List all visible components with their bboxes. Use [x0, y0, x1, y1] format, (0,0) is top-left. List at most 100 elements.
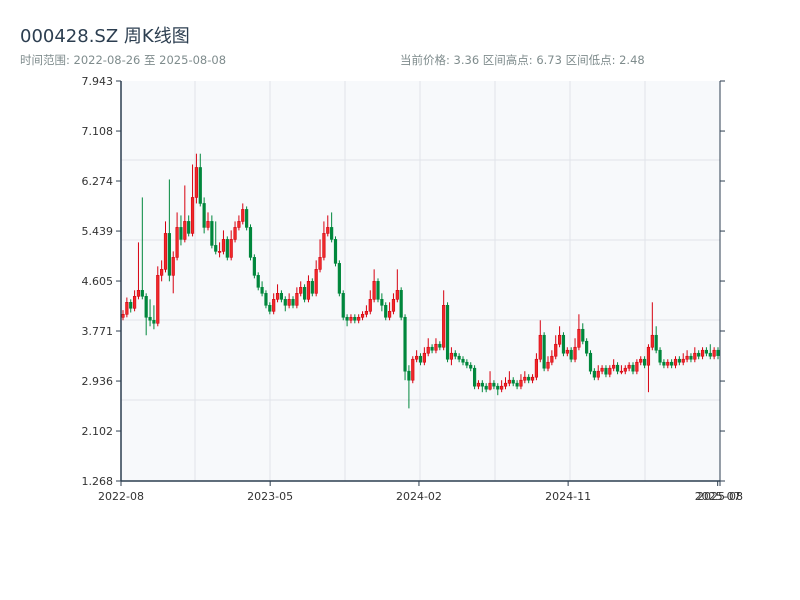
y-tick-label: 7.943: [82, 75, 114, 88]
candle-down: [202, 203, 206, 228]
candle-down: [654, 334, 658, 351]
candle-down: [704, 349, 709, 354]
candle-up: [299, 287, 303, 294]
candle-up: [272, 299, 276, 312]
candle-down: [187, 221, 191, 234]
candle-up: [229, 239, 233, 258]
candle-up: [700, 349, 705, 357]
candle-down: [585, 340, 589, 354]
candle-up: [163, 233, 168, 270]
candle-up: [488, 382, 492, 390]
candle-up: [554, 343, 558, 357]
candle-up: [160, 269, 164, 276]
x-tick-label: 2024-02: [396, 490, 442, 503]
candle-down: [198, 167, 202, 204]
candle-up: [368, 299, 372, 312]
candle-up: [666, 361, 670, 366]
candle-down: [588, 352, 593, 372]
candle-up: [519, 379, 523, 387]
candle-up: [534, 358, 539, 378]
candle-up: [442, 304, 446, 348]
candle-down: [210, 221, 214, 246]
candle-up: [349, 316, 353, 321]
candle-up: [194, 167, 199, 198]
candle-up: [287, 299, 291, 306]
candle-down: [252, 257, 256, 276]
candle-up: [685, 355, 689, 360]
candle-up: [395, 290, 399, 300]
candle-down: [353, 316, 357, 321]
candle-up: [619, 370, 624, 373]
candle-up: [650, 334, 654, 348]
candle-up: [530, 376, 535, 381]
y-tick-label: 2.102: [82, 425, 114, 438]
candle-down: [225, 239, 229, 258]
candle-down: [337, 263, 341, 294]
candle-down: [469, 364, 473, 369]
candle-up: [681, 358, 685, 363]
candle-up: [500, 385, 504, 390]
candle-up: [503, 382, 508, 387]
candle-up: [426, 346, 430, 354]
candle-down: [662, 361, 666, 366]
candle-down: [376, 281, 380, 300]
candle-down: [670, 361, 674, 366]
candle-up: [411, 358, 415, 381]
candle-up: [387, 310, 392, 318]
candle-up: [306, 281, 311, 300]
candle-down: [380, 299, 384, 306]
candle-up: [538, 334, 542, 360]
candle-down: [457, 355, 461, 360]
candle-up: [217, 251, 222, 253]
candle-down: [345, 316, 349, 321]
x-tick-label: 2022-08: [98, 490, 144, 503]
candle-down: [283, 299, 287, 306]
candle-up: [318, 257, 322, 270]
candle-down: [302, 287, 307, 300]
candle-down: [418, 355, 423, 363]
candle-down: [268, 304, 272, 312]
candle-down: [430, 346, 434, 351]
candle-up: [125, 302, 129, 315]
candle-down: [245, 209, 249, 228]
candle-down: [179, 227, 183, 240]
candle-up: [476, 382, 481, 387]
candle-up: [183, 221, 187, 240]
candle-down: [144, 296, 148, 318]
candle-up: [326, 227, 330, 234]
candle-down: [592, 370, 596, 378]
candle-up: [156, 275, 160, 324]
candle-up: [623, 367, 627, 372]
candle-down: [341, 293, 345, 318]
candle-up: [449, 352, 454, 360]
candle-down: [291, 299, 295, 306]
candle-down: [496, 385, 500, 390]
candle-down: [569, 349, 573, 360]
candle-up: [577, 328, 581, 348]
candle-up: [295, 293, 299, 306]
candle-down: [333, 239, 338, 264]
candle-up: [673, 358, 678, 366]
y-tick-label: 7.108: [82, 125, 114, 138]
candle-up: [565, 349, 569, 354]
candle-down: [214, 245, 218, 252]
candle-up: [322, 233, 326, 258]
candle-up: [136, 290, 141, 297]
candle-down: [492, 382, 496, 387]
candle-up: [357, 316, 361, 321]
candle-up: [523, 376, 527, 381]
candle-up: [364, 310, 369, 315]
candle-down: [256, 275, 260, 288]
candle-down: [407, 370, 411, 381]
x-tick-label: 2025-08: [697, 490, 743, 503]
candle-down: [658, 349, 662, 363]
candle-up: [190, 197, 195, 234]
candle-down: [615, 364, 620, 372]
candle-up: [206, 221, 210, 228]
candle-down: [260, 287, 264, 294]
candle-down: [604, 367, 608, 375]
candle-down: [167, 233, 171, 276]
candlestick-chart: 1.268 2.102 2.936 3.771 4.605 5.439 6.274 7.108…: [82, 75, 743, 503]
candle-up: [712, 349, 716, 357]
candle-up: [550, 355, 554, 363]
